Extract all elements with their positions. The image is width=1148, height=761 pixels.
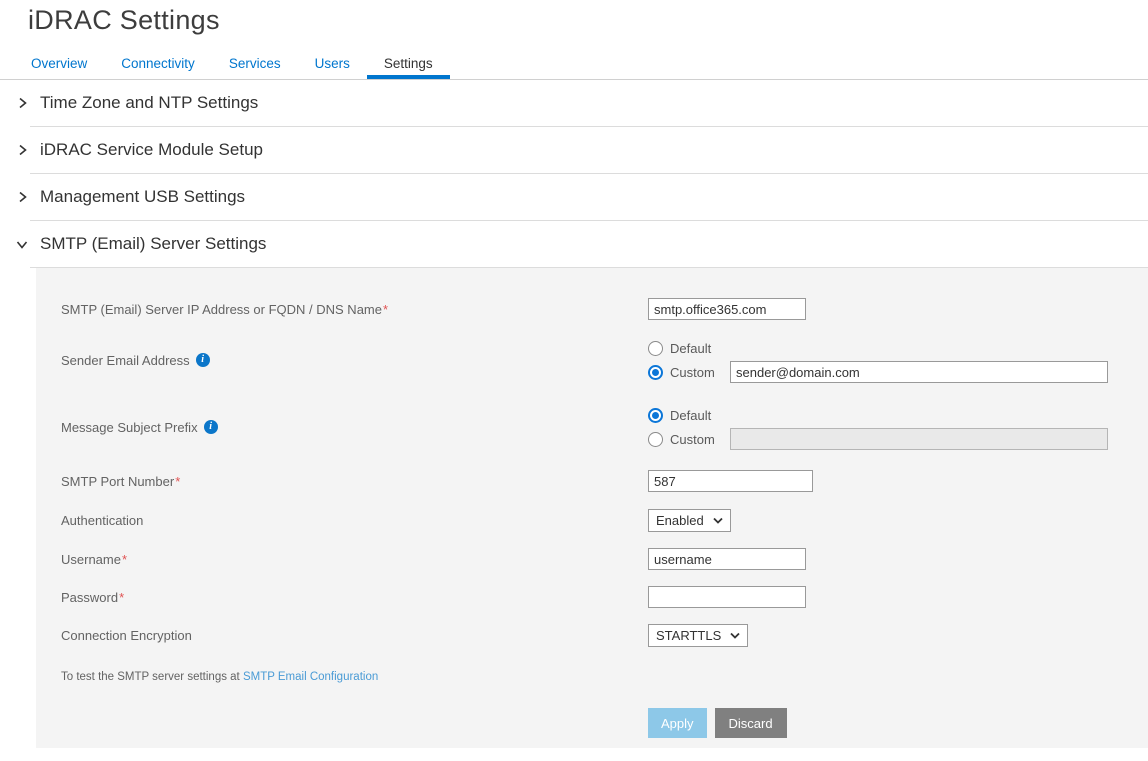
tab-connectivity[interactable]: Connectivity	[104, 51, 212, 79]
subject-prefix-radio-group: Default Custom	[648, 404, 1108, 450]
subject-prefix-label: Message Subject Prefix	[61, 420, 648, 435]
tabs-bar: Overview Connectivity Services Users Set…	[0, 51, 1148, 80]
smtp-server-input[interactable]	[648, 298, 806, 320]
section-title: Time Zone and NTP Settings	[40, 93, 258, 113]
discard-button[interactable]: Discard	[715, 708, 787, 738]
subject-prefix-row: Message Subject Prefix Default Custom	[61, 404, 1100, 450]
prefix-custom-option: Custom	[648, 428, 1108, 450]
smtp-email-configuration-link[interactable]: SMTP Email Configuration	[243, 671, 378, 683]
chevron-down-icon	[730, 632, 740, 639]
tab-users[interactable]: Users	[298, 51, 367, 79]
page-title: iDRAC Settings	[28, 5, 1148, 36]
section-management-usb[interactable]: Management USB Settings	[0, 174, 1148, 220]
sender-email-radio-group: Default Custom	[648, 337, 1108, 383]
smtp-settings-panel: SMTP (Email) Server IP Address or FQDN /…	[36, 268, 1148, 748]
section-service-module[interactable]: iDRAC Service Module Setup	[0, 127, 1148, 173]
connection-encryption-label: Connection Encryption	[61, 628, 648, 643]
section-smtp-settings[interactable]: SMTP (Email) Server Settings	[0, 221, 1148, 267]
username-input[interactable]	[648, 548, 806, 570]
required-asterisk: *	[119, 590, 124, 605]
password-row: Password*	[61, 586, 1100, 608]
smtp-server-row: SMTP (Email) Server IP Address or FQDN /…	[61, 298, 1100, 320]
section-time-zone-ntp[interactable]: Time Zone and NTP Settings	[0, 80, 1148, 126]
password-label: Password*	[61, 590, 648, 605]
sender-default-option: Default	[648, 337, 1108, 359]
accordion: Time Zone and NTP Settings iDRAC Service…	[0, 80, 1148, 748]
chevron-down-icon	[15, 237, 29, 251]
apply-button[interactable]: Apply	[648, 708, 707, 738]
chevron-right-icon	[15, 190, 29, 204]
smtp-server-label: SMTP (Email) Server IP Address or FQDN /…	[61, 302, 648, 317]
sender-email-label: Sender Email Address	[61, 353, 648, 368]
tab-settings[interactable]: Settings	[367, 51, 450, 79]
section-title: Management USB Settings	[40, 187, 245, 207]
sender-custom-input[interactable]	[730, 361, 1108, 383]
sender-email-row: Sender Email Address Default Custom	[61, 337, 1100, 383]
authentication-label: Authentication	[61, 513, 648, 528]
tab-overview[interactable]: Overview	[14, 51, 104, 79]
info-icon[interactable]	[196, 353, 210, 367]
chevron-right-icon	[15, 96, 29, 110]
connection-encryption-row: Connection Encryption STARTTLS	[61, 624, 1100, 647]
smtp-test-note: To test the SMTP server settings at SMTP…	[61, 671, 1100, 683]
username-row: Username*	[61, 548, 1100, 570]
section-title: iDRAC Service Module Setup	[40, 140, 263, 160]
sender-custom-radio[interactable]	[648, 365, 663, 380]
prefix-custom-input	[730, 428, 1108, 450]
smtp-port-row: SMTP Port Number*	[61, 470, 1100, 492]
username-label: Username*	[61, 552, 648, 567]
prefix-custom-radio[interactable]	[648, 432, 663, 447]
sender-custom-option: Custom	[648, 361, 1108, 383]
section-title: SMTP (Email) Server Settings	[40, 234, 266, 254]
required-asterisk: *	[175, 474, 180, 489]
authentication-select[interactable]: Enabled	[648, 509, 731, 532]
required-asterisk: *	[383, 302, 388, 317]
chevron-down-icon	[713, 517, 723, 524]
tab-services[interactable]: Services	[212, 51, 298, 79]
connection-encryption-select[interactable]: STARTTLS	[648, 624, 748, 647]
prefix-default-option: Default	[648, 404, 1108, 426]
required-asterisk: *	[122, 552, 127, 567]
password-input[interactable]	[648, 586, 806, 608]
chevron-right-icon	[15, 143, 29, 157]
info-icon[interactable]	[204, 420, 218, 434]
authentication-row: Authentication Enabled	[61, 509, 1100, 532]
form-actions: Apply Discard	[61, 708, 1100, 738]
smtp-port-input[interactable]	[648, 470, 813, 492]
prefix-default-radio[interactable]	[648, 408, 663, 423]
sender-default-radio[interactable]	[648, 341, 663, 356]
smtp-port-label: SMTP Port Number*	[61, 474, 648, 489]
